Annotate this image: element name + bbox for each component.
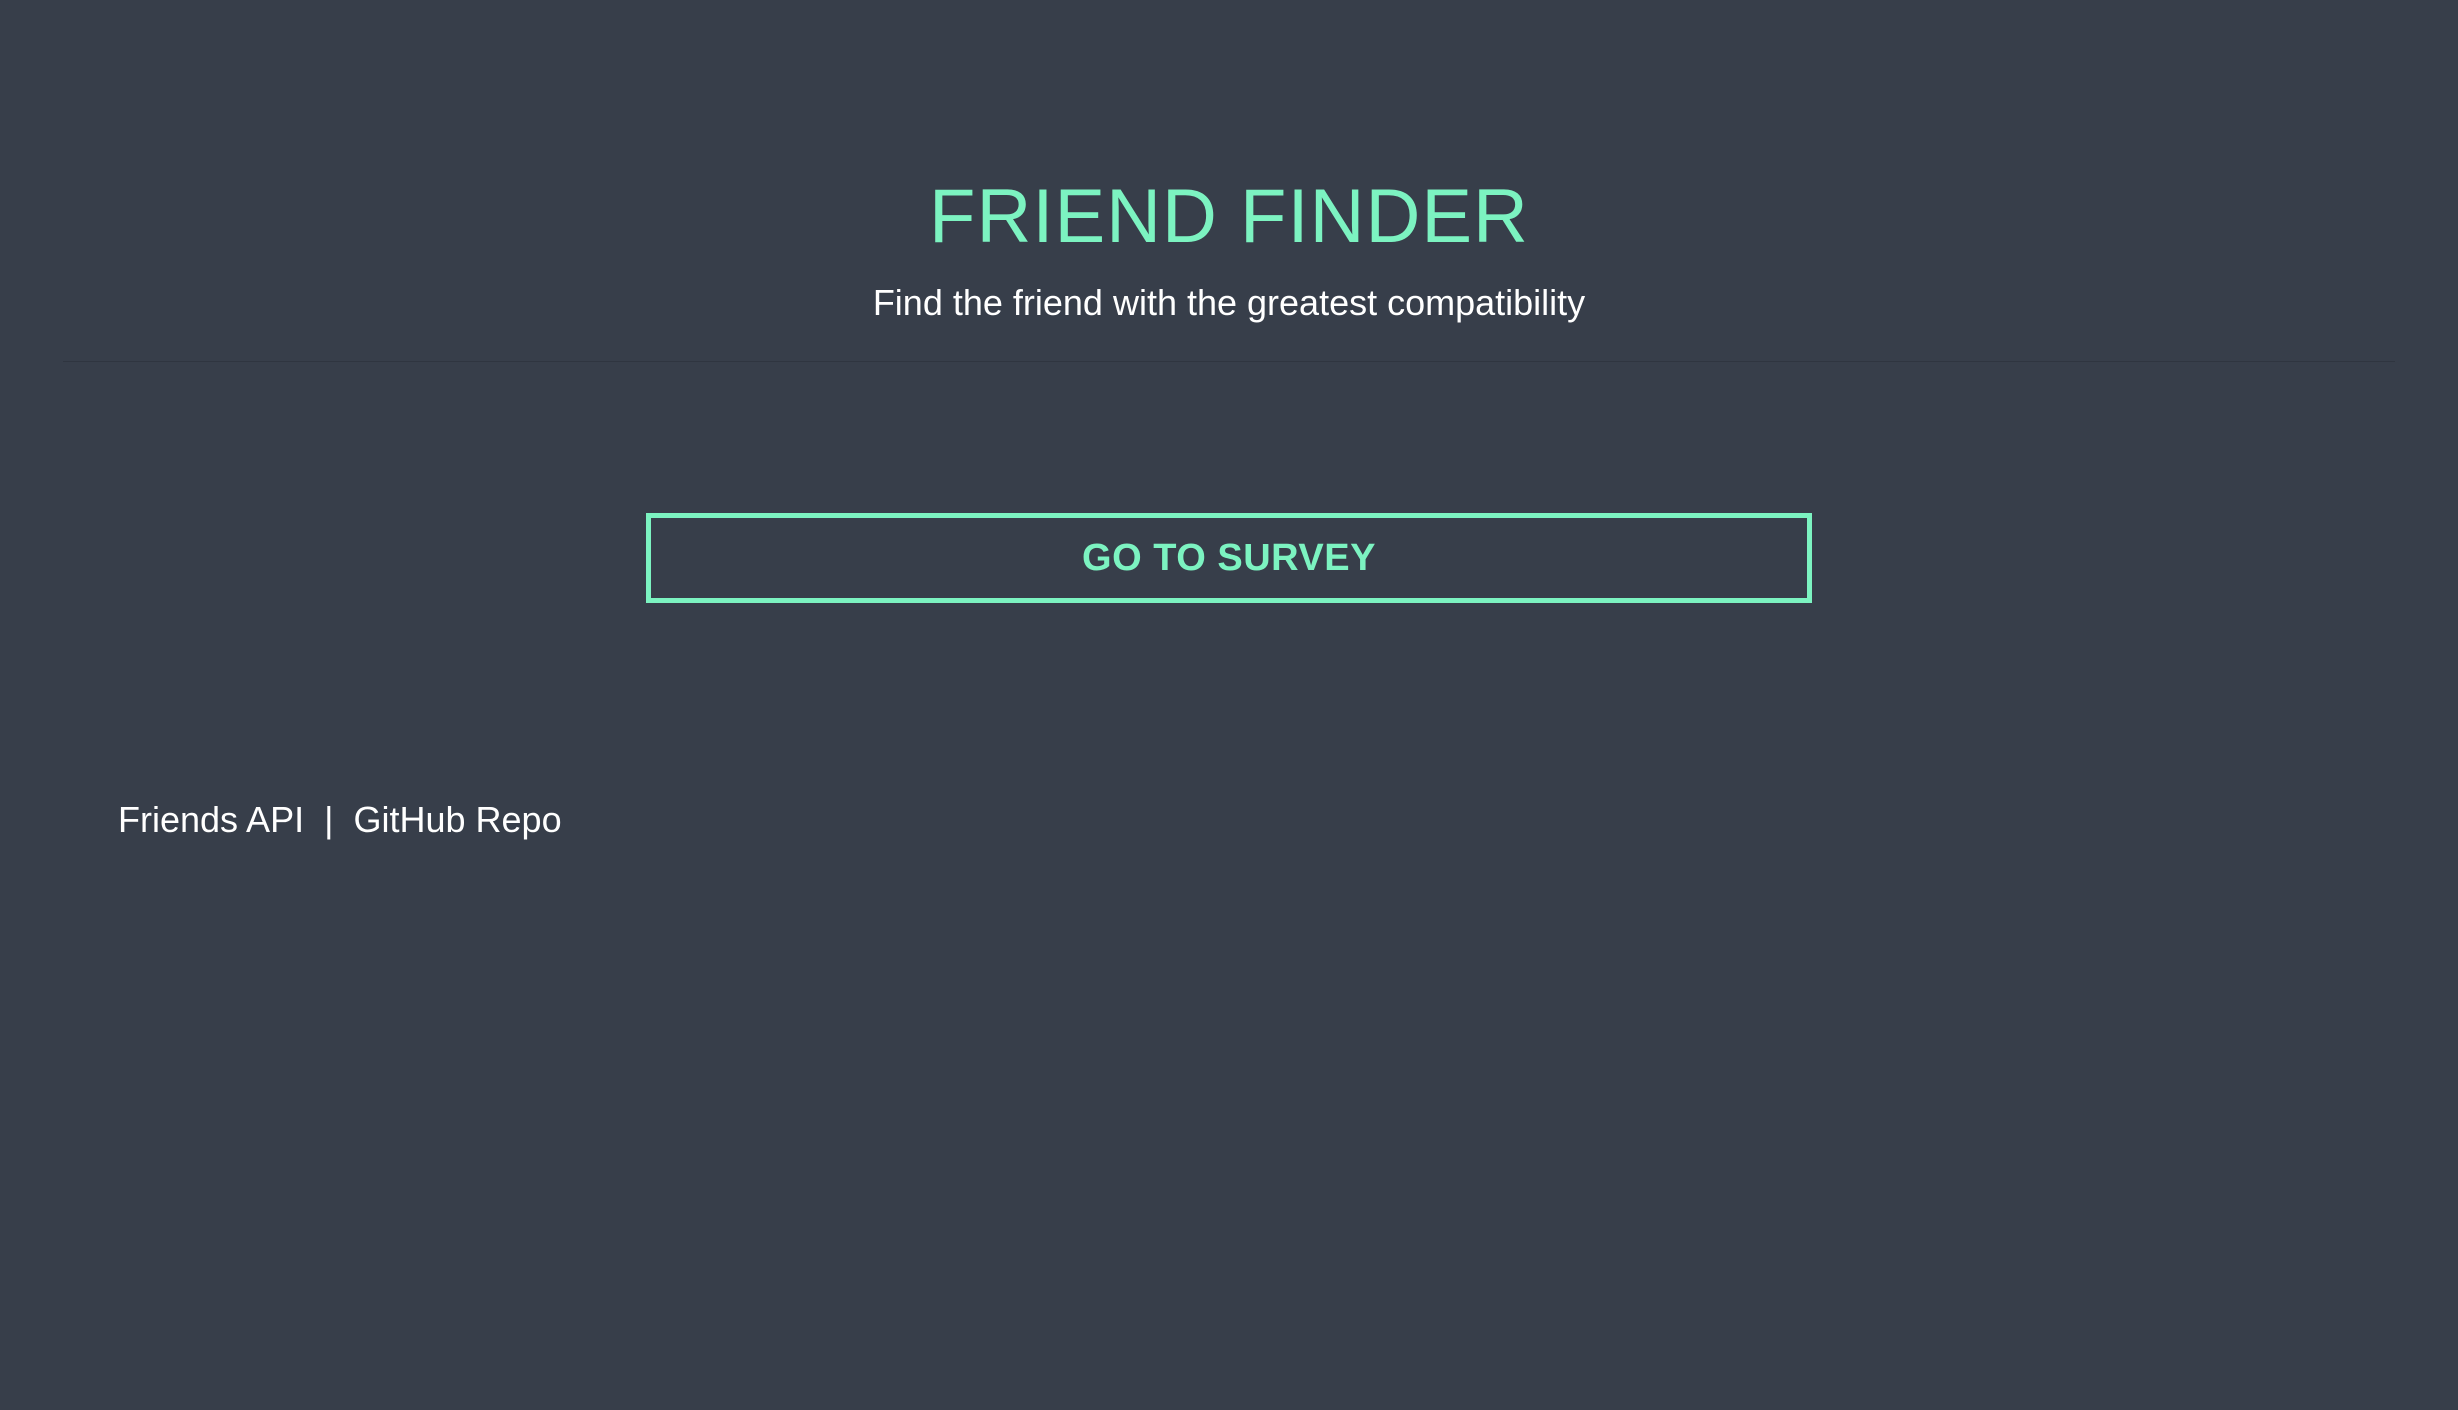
go-to-survey-button[interactable]: GO TO SURVEY bbox=[646, 513, 1812, 603]
page-title: FRIEND FINDER bbox=[929, 174, 1529, 259]
page-subtitle: Find the friend with the greatest compat… bbox=[872, 282, 1586, 323]
github-repo-link[interactable]: GitHub Repo bbox=[353, 799, 561, 840]
friends-api-link[interactable]: Friends API bbox=[118, 799, 304, 840]
footer-separator: | bbox=[324, 799, 334, 840]
page: FRIEND FINDER Find the friend with the g… bbox=[0, 0, 2458, 1410]
footer-links: Friends API | GitHub Repo bbox=[118, 797, 562, 843]
header-divider bbox=[63, 361, 2395, 362]
